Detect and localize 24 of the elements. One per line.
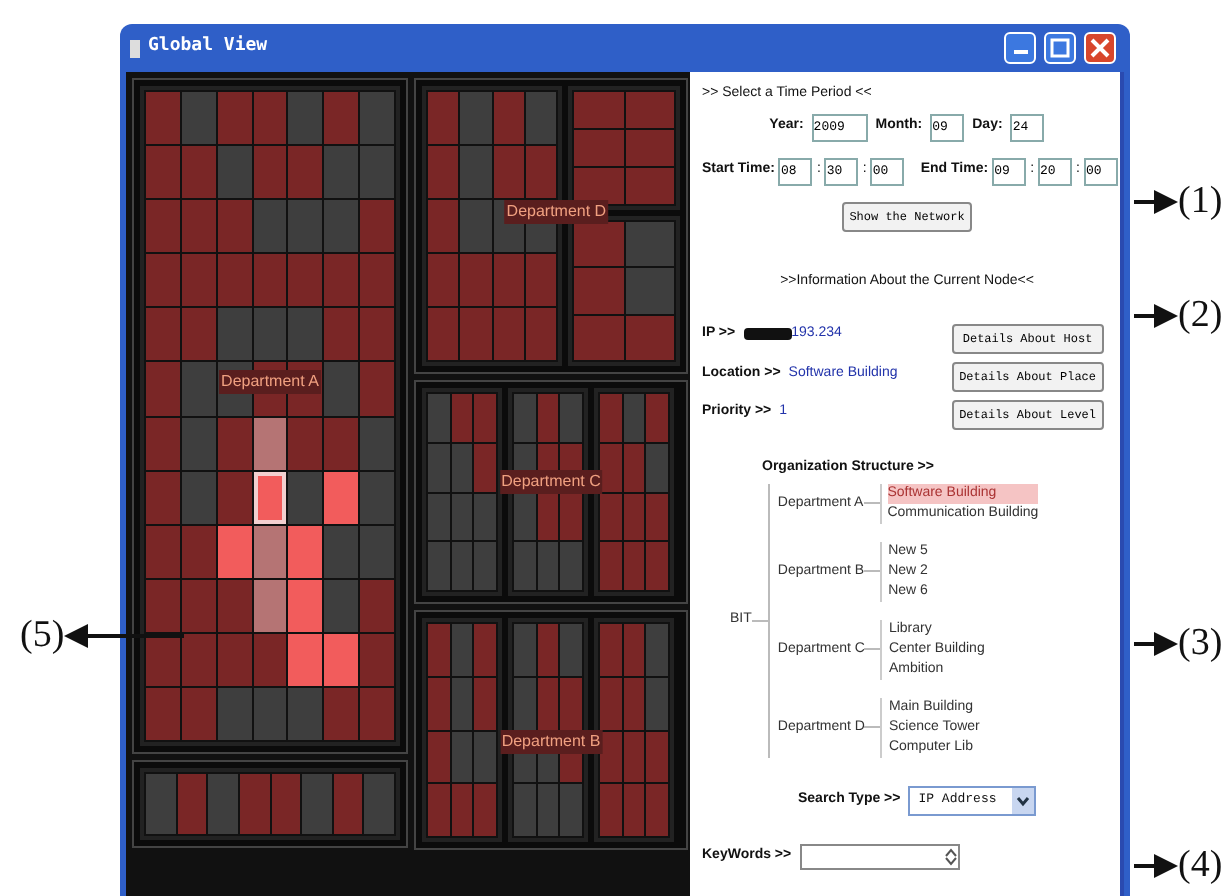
close-button[interactable]: [1084, 32, 1116, 64]
maximize-button[interactable]: [1044, 32, 1076, 64]
callout-label: (5): [20, 616, 65, 654]
keywords-field[interactable]: [799, 843, 960, 869]
minimize-button[interactable]: [1004, 32, 1036, 64]
department-label: Department D: [504, 199, 609, 224]
close-icon: [1086, 34, 1114, 62]
minimize-icon: [1013, 49, 1027, 54]
callout-arrow: [1134, 853, 1178, 877]
callout-label: (1): [1178, 182, 1222, 220]
callout-label: (2): [1178, 296, 1222, 334]
department-label: Department A: [219, 370, 321, 395]
callout-arrow: [1134, 189, 1178, 213]
department-label: Department C: [499, 469, 603, 493]
spin-icon[interactable]: [943, 847, 958, 865]
department-label: Department B: [499, 729, 603, 754]
redaction-bar: [743, 328, 792, 341]
maximize-icon: [1046, 34, 1074, 62]
callout-label: (3): [1178, 624, 1222, 662]
callout-arrow: [1134, 631, 1178, 655]
callout-arrow: [1134, 303, 1178, 327]
window-icon: [130, 39, 140, 57]
callout-label: (4): [1178, 846, 1222, 884]
window-title: Global View: [148, 34, 268, 61]
